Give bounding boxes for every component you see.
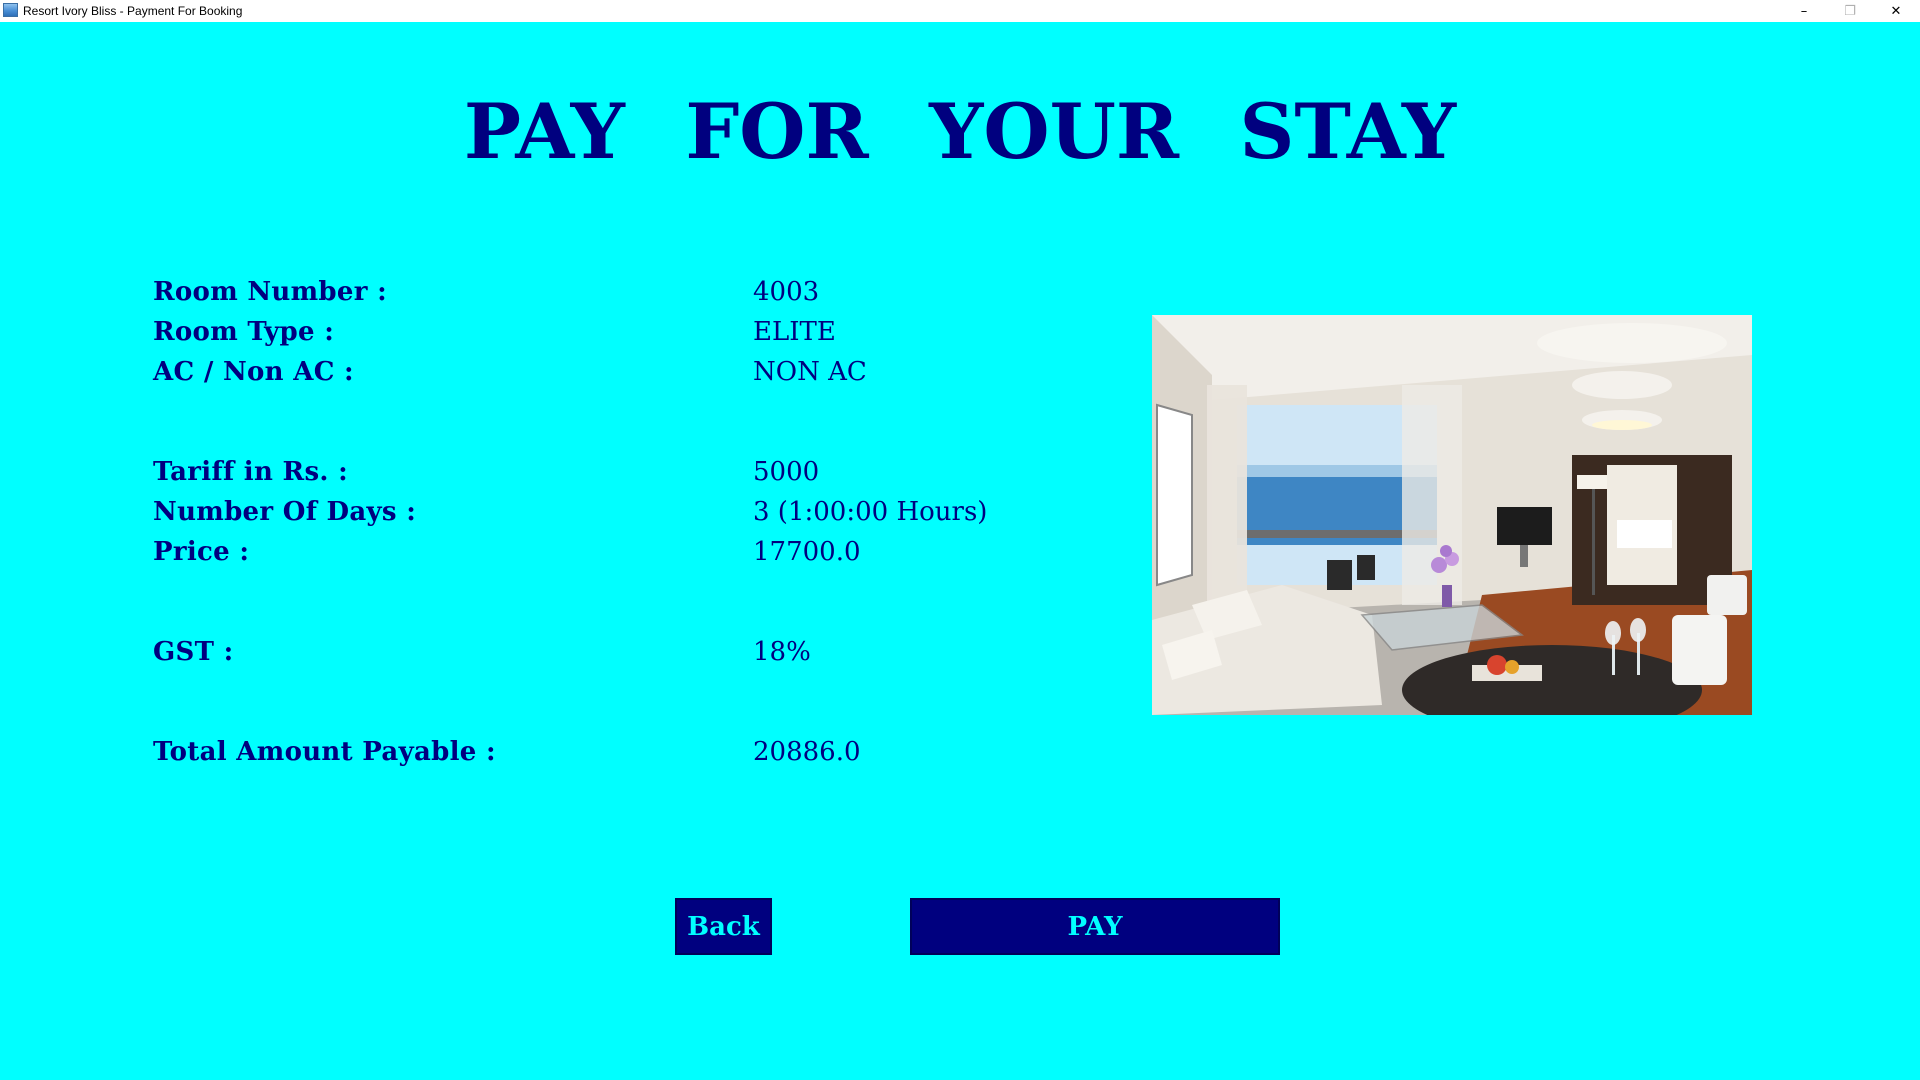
app-icon: [3, 3, 18, 17]
room-type-value: ELITE: [753, 317, 836, 347]
room-photo: [1152, 315, 1752, 715]
minimize-icon[interactable]: –: [1781, 0, 1827, 22]
tariff-value: 5000: [753, 457, 820, 487]
payment-form: PAY FOR YOUR STAY Room Number : 4003 Roo…: [0, 22, 1920, 1080]
page-title: PAY FOR YOUR STAY: [463, 87, 1457, 176]
gst-label: GST :: [153, 637, 234, 667]
pay-button[interactable]: PAY: [910, 898, 1280, 955]
gst-value: 18%: [753, 637, 811, 667]
back-button[interactable]: Back: [675, 898, 772, 955]
window-title: Resort Ivory Bliss - Payment For Booking: [23, 4, 243, 18]
room-number-value: 4003: [753, 277, 820, 307]
number-of-days-label: Number Of Days :: [153, 497, 417, 527]
price-value: 17700.0: [753, 537, 861, 567]
ac-type-label: AC / Non AC :: [153, 357, 354, 387]
window-title-bar: Resort Ivory Bliss - Payment For Booking…: [0, 0, 1920, 22]
room-type-label: Room Type :: [153, 317, 335, 347]
maximize-icon[interactable]: ❐: [1827, 0, 1873, 22]
price-label: Price :: [153, 537, 250, 567]
total-amount-label: Total Amount Payable :: [153, 737, 496, 767]
room-number-label: Room Number :: [153, 277, 388, 307]
tariff-label: Tariff in Rs. :: [153, 457, 348, 487]
ac-type-value: NON AC: [753, 357, 867, 387]
total-amount-value: 20886.0: [753, 737, 861, 767]
close-icon[interactable]: ✕: [1873, 0, 1919, 22]
number-of-days-value: 3 (1:00:00 Hours): [753, 497, 988, 527]
